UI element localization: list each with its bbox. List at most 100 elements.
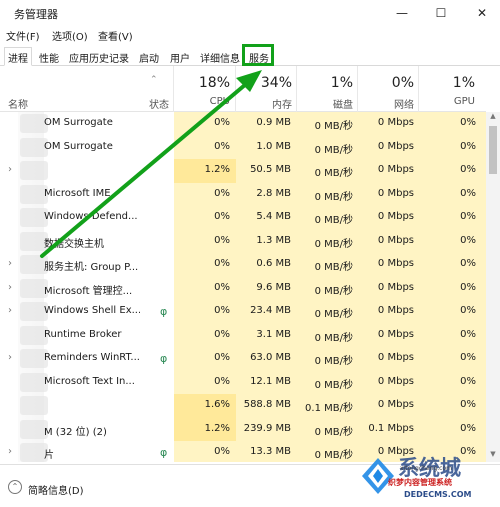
chevron-up-icon[interactable]: ⌃ <box>8 480 22 494</box>
table-row[interactable]: › Windows Shell Ex... φ 0% 23.4 MB 0 MB/秒 0 Mb… <box>0 300 486 324</box>
tab-startup[interactable]: 启动 <box>135 47 163 66</box>
fewer-details-link[interactable]: 简略信息(D) <box>28 482 84 497</box>
watermark-line2: DEDECMS.COM <box>404 490 472 499</box>
gpu-value: 0% <box>460 187 476 199</box>
expand-chevron-icon[interactable]: › <box>8 282 12 293</box>
net-value: 0 Mbps <box>377 234 414 246</box>
net-value: 0 Mbps <box>377 352 414 363</box>
cpu-value: 0% <box>214 234 230 246</box>
disk-value: 0 MB/秒 <box>314 191 353 203</box>
watermark-sub: xitongcheng.com <box>400 465 452 472</box>
expand-chevron-icon[interactable]: › <box>8 446 12 457</box>
disk-percent: 1% <box>330 75 353 91</box>
cpu-value: 0% <box>214 140 230 152</box>
minimize-button[interactable]: — <box>392 4 412 22</box>
net-value: 0 Mbps <box>377 258 414 269</box>
table-row[interactable]: Microsoft IME 0% 2.8 MB 0 MB/秒 0 Mbps 0% <box>0 183 486 207</box>
mem-value: 3.1 MB <box>256 328 291 340</box>
table-row[interactable]: › 1.2% 50.5 MB 0 MB/秒 0 Mbps 0% <box>0 159 486 183</box>
mem-value: 50.5 MB <box>250 164 291 175</box>
suspended-leaf-icon: φ <box>160 352 168 365</box>
close-button[interactable]: ✕ <box>472 4 492 22</box>
net-value: 0 Mbps <box>377 140 414 152</box>
disk-value: 0 MB/秒 <box>314 262 353 273</box>
disk-value: 0 MB/秒 <box>314 332 353 344</box>
scroll-up-icon[interactable]: ▲ <box>486 112 500 124</box>
expand-chevron-icon[interactable]: › <box>8 305 12 316</box>
process-name: Windows Defend... <box>44 211 138 222</box>
mem-value: 0.9 MB <box>256 117 291 128</box>
cpu-value: 0% <box>214 258 230 269</box>
cpu-value: 1.2% <box>204 422 230 434</box>
gpu-value: 0% <box>460 305 476 316</box>
cpu-value: 0% <box>214 446 230 457</box>
disk-value: 0 MB/秒 <box>314 309 353 320</box>
process-name: 服务主机: Group P... <box>44 262 139 273</box>
process-name: Reminders WinRT... <box>44 352 140 363</box>
gpu-value: 0% <box>460 328 476 340</box>
column-divider <box>173 66 174 112</box>
expand-chevron-icon[interactable]: › <box>8 164 12 175</box>
table-row[interactable]: › 服务主机: Group P... 0% 0.6 MB 0 MB/秒 0 Mbps 0% <box>0 253 486 277</box>
menu-view[interactable]: 查看(V) <box>98 28 133 43</box>
table-row[interactable]: › Microsoft 管理控... 0% 9.6 MB 0 MB/秒 0 Mbps 0% <box>0 277 486 301</box>
tab-users[interactable]: 用户 <box>166 47 194 66</box>
table-row[interactable]: 1.6% 588.8 MB 0.1 MB/秒 0 Mbps 0% <box>0 394 486 418</box>
table-row[interactable]: Windows Defend... 0% 5.4 MB 0 MB/秒 0 Mbps 0% <box>0 206 486 230</box>
watermark-line1: 织梦内容管理系统 <box>388 478 452 487</box>
menu-file[interactable]: 文件(F) <box>6 28 40 43</box>
table-row[interactable]: › Reminders WinRT... φ 0% 63.0 MB 0 MB/秒 0 Mbp… <box>0 347 486 371</box>
gpu-value: 0% <box>460 234 476 246</box>
net-value: 0 Mbps <box>377 187 414 199</box>
column-name[interactable]: 名称 <box>8 96 28 111</box>
table-row[interactable]: Microsoft Text In... 0% 12.1 MB 0 MB/秒 0 Mbp… <box>0 371 486 395</box>
table-row[interactable]: OM Surrogate 0% 1.0 MB 0 MB/秒 0 Mbps 0% <box>0 136 486 160</box>
cpu-value: 0% <box>214 117 230 128</box>
column-gpu[interactable]: GPU <box>417 96 475 107</box>
column-memory[interactable]: 内存 <box>234 96 292 111</box>
cpu-value: 1.2% <box>204 164 230 175</box>
scroll-thumb[interactable] <box>489 126 497 174</box>
sort-chevron-icon[interactable]: ⌃ <box>150 75 158 85</box>
table-row[interactable]: 数据交换主机 0% 1.3 MB 0 MB/秒 0 Mbps 0% <box>0 230 486 254</box>
process-name: 数据交换主机 <box>44 238 104 250</box>
gpu-value: 0% <box>460 140 476 152</box>
net-value: 0 Mbps <box>377 211 414 222</box>
column-cpu[interactable]: CPU <box>172 96 230 107</box>
gpu-value: 0% <box>460 258 476 269</box>
column-divider <box>357 66 358 112</box>
table-row[interactable]: Runtime Broker 0% 3.1 MB 0 MB/秒 0 Mbps 0% <box>0 324 486 348</box>
gpu-value: 0% <box>460 211 476 222</box>
gpu-value: 0% <box>460 352 476 363</box>
maximize-button[interactable]: ☐ <box>431 4 451 22</box>
net-value: 0 Mbps <box>377 117 414 128</box>
tab-details[interactable]: 详细信息 <box>196 47 244 66</box>
title-bar: 务管理器 — ☐ ✕ <box>0 0 500 26</box>
column-disk[interactable]: 磁盘 <box>295 96 353 111</box>
tab-app-history[interactable]: 应用历史记录 <box>65 47 133 66</box>
tab-processes[interactable]: 进程 <box>4 47 32 66</box>
column-network[interactable]: 网络 <box>356 96 414 111</box>
tab-performance[interactable]: 性能 <box>35 47 63 66</box>
menu-options[interactable]: 选项(O) <box>52 28 88 43</box>
column-header: ⌃ 名称 状态 18% CPU 34% 内存 1% 磁盘 0% 网络 1% GP… <box>0 66 486 112</box>
net-value: 0 Mbps <box>377 164 414 175</box>
table-row[interactable]: OM Surrogate 0% 0.9 MB 0 MB/秒 0 Mbps 0% <box>0 112 486 136</box>
expand-chevron-icon[interactable]: › <box>8 258 12 269</box>
mem-value: 588.8 MB <box>243 399 291 410</box>
expand-chevron-icon[interactable]: › <box>8 352 12 363</box>
suspended-leaf-icon: φ <box>160 305 168 318</box>
cpu-value: 0% <box>214 352 230 363</box>
mem-value: 239.9 MB <box>243 422 291 434</box>
table-row[interactable]: M (32 位) (2) 1.2% 239.9 MB 0 MB/秒 0.1 Mbps 0% <box>0 417 486 441</box>
disk-value: 0 MB/秒 <box>314 238 353 250</box>
mem-value: 1.3 MB <box>256 234 291 246</box>
cpu-value: 0% <box>214 328 230 340</box>
column-status[interactable]: 状态 <box>149 96 169 111</box>
xitongcheng-logo-icon <box>362 458 394 494</box>
vertical-scrollbar[interactable]: ▲ ▼ <box>486 112 500 462</box>
gpu-percent: 1% <box>452 75 475 91</box>
net-value: 0 Mbps <box>377 328 414 340</box>
process-name: Runtime Broker <box>44 328 122 340</box>
cpu-value: 0% <box>214 375 230 387</box>
